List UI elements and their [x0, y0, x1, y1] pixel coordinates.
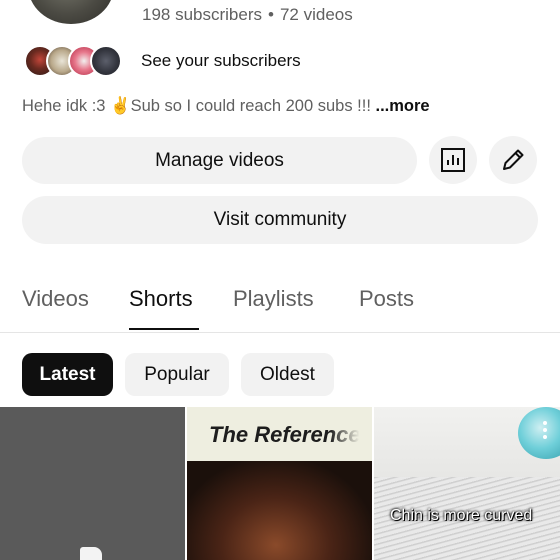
- more-vertical-icon[interactable]: [542, 421, 548, 439]
- tab-posts[interactable]: Posts: [359, 286, 414, 312]
- tab-shorts[interactable]: Shorts: [129, 286, 193, 312]
- subscriber-count: 198 subscribers: [142, 5, 263, 24]
- channel-description[interactable]: Hehe idk :3 ✌️Sub so I could reach 200 s…: [22, 97, 430, 116]
- analytics-button[interactable]: [429, 136, 477, 184]
- channel-stats: 198 subscribers • 72 videos: [142, 5, 353, 25]
- thumbnail-caption: Chin is more curved: [390, 507, 533, 524]
- description-text: Hehe idk :3 ✌️Sub so I could reach 200 s…: [22, 97, 376, 115]
- title-fade: [330, 407, 372, 461]
- chip-oldest[interactable]: Oldest: [241, 353, 334, 396]
- tab-videos[interactable]: Videos: [22, 286, 89, 312]
- more-link[interactable]: ...more: [376, 97, 430, 115]
- short-thumbnail[interactable]: Chin is more curved: [374, 407, 560, 560]
- tab-playlists[interactable]: Playlists: [233, 286, 314, 312]
- video-count: 72 videos: [279, 5, 353, 24]
- document-icon: [80, 547, 102, 560]
- manage-videos-button[interactable]: Manage videos: [22, 137, 417, 184]
- stats-separator: •: [268, 5, 274, 24]
- subscriber-avatar: [90, 45, 122, 77]
- chip-popular[interactable]: Popular: [125, 353, 229, 396]
- short-thumbnail[interactable]: The Reference: [187, 407, 372, 560]
- edit-icon: [503, 149, 524, 170]
- edit-channel-button[interactable]: [489, 136, 537, 184]
- channel-avatar[interactable]: [28, 0, 114, 24]
- short-thumbnail[interactable]: [0, 407, 185, 560]
- subscriber-avatars[interactable]: [24, 42, 122, 80]
- chip-latest[interactable]: Latest: [22, 353, 113, 396]
- active-tab-indicator: [129, 328, 199, 330]
- visit-community-button[interactable]: Visit community: [22, 196, 538, 244]
- thumbnail-photo: [187, 461, 372, 560]
- analytics-icon: [441, 148, 465, 172]
- channel-tabs: Videos Shorts Playlists Posts: [0, 282, 560, 333]
- see-subscribers-link[interactable]: See your subscribers: [141, 51, 301, 71]
